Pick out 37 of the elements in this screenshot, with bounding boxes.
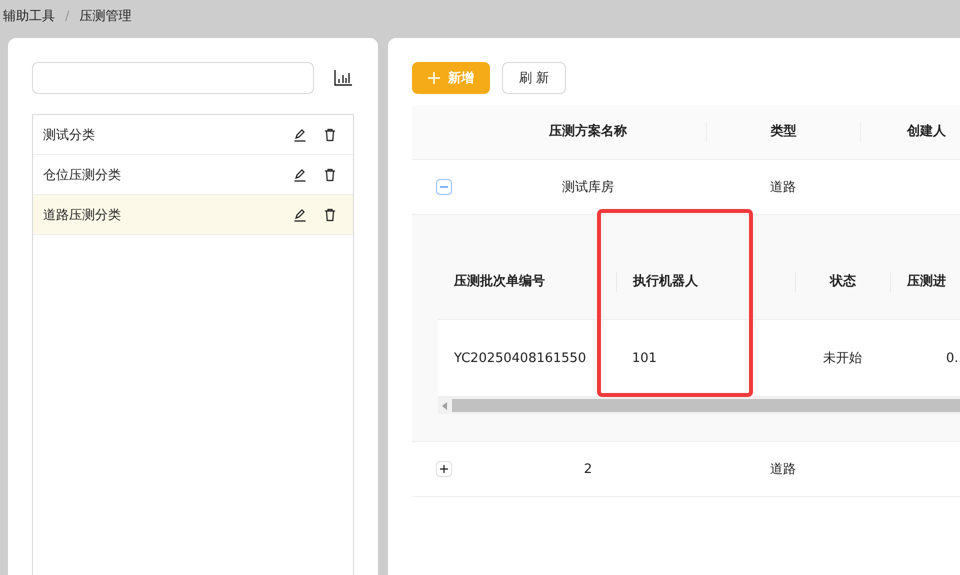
column-header: 压测方案名称 [548, 122, 628, 141]
column-header: 压测批次单编号 [453, 272, 546, 291]
table-cell-text: 0. [945, 350, 960, 366]
table-cell-text: 2 [582, 462, 594, 476]
trash-icon[interactable] [323, 128, 337, 142]
breadcrumb-separator: / [65, 8, 70, 24]
table-cell-text: 道路 [769, 461, 797, 478]
column-header: 状态 [795, 272, 890, 292]
category-label: 测试分类 [43, 126, 96, 144]
horizontal-scrollbar[interactable] [438, 397, 960, 414]
scrollbar-thumb[interactable] [452, 399, 960, 412]
table-cell-text: 未开始 [822, 350, 863, 367]
pencil-icon[interactable] [293, 128, 307, 142]
collapse-icon[interactable] [436, 179, 452, 195]
expand-icon[interactable] [436, 461, 452, 477]
table-cell-text: 101 [631, 350, 658, 366]
refresh-button[interactable]: 刷 新 [502, 62, 566, 94]
scroll-left-icon [442, 402, 448, 410]
pencil-icon[interactable] [293, 168, 307, 182]
plus-icon [428, 72, 440, 84]
breadcrumb-item[interactable]: 辅助工具 [3, 7, 55, 25]
search-field[interactable] [32, 62, 314, 94]
column-header: 压测进 [890, 272, 960, 292]
pencil-icon[interactable] [293, 208, 307, 222]
category-label: 仓位压测分类 [43, 166, 122, 184]
trash-icon[interactable] [323, 168, 337, 182]
table-cell-text: 测试库房 [561, 179, 615, 196]
breadcrumb-item: 压测管理 [79, 8, 132, 25]
bar-chart-icon[interactable] [334, 70, 352, 86]
column-header: 创建人 [860, 122, 960, 142]
column-header: 执行机器人 [616, 272, 795, 292]
table-cell-text: YC20250408161550 [453, 350, 588, 366]
trash-icon[interactable] [323, 208, 337, 222]
category-item[interactable]: 道路压测分类 [33, 195, 353, 235]
column-header: 类型 [706, 122, 860, 142]
table-cell-text: 道路 [769, 179, 797, 196]
category-label: 道路压测分类 [43, 206, 122, 224]
